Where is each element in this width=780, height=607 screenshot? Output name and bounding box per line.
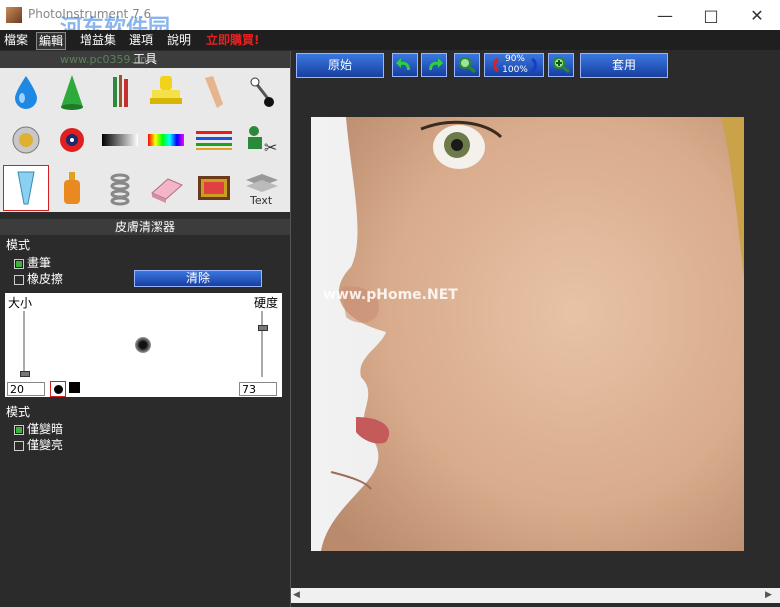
- pin-tool-icon[interactable]: [240, 70, 284, 114]
- darken-only-label: 僅變暗: [27, 422, 64, 436]
- skin-cleaner-tool-icon[interactable]: [3, 165, 49, 211]
- menu-help[interactable]: 說明: [165, 32, 193, 48]
- app-icon: [6, 7, 22, 23]
- clear-button[interactable]: 清除: [134, 270, 262, 287]
- zoom-out-arrow-icon: [493, 57, 499, 73]
- undo-button[interactable]: [392, 53, 418, 77]
- horizontal-scrollbar[interactable]: ◀ ▶: [291, 588, 780, 603]
- shield-tool-icon[interactable]: [4, 118, 48, 162]
- mode-brush-option[interactable]: 畫筆: [14, 254, 51, 271]
- face-photo: www.pHome.NET: [311, 117, 744, 551]
- menu-buy-now[interactable]: 立即購買!: [204, 32, 261, 48]
- scroll-left-icon[interactable]: ◀: [293, 590, 300, 600]
- tv-tool-icon[interactable]: [192, 166, 236, 210]
- photo-canvas[interactable]: www.pHome.NET: [311, 117, 744, 551]
- square-brush-icon[interactable]: [69, 382, 80, 393]
- hardness-slider[interactable]: [261, 311, 263, 377]
- svg-text:Text: Text: [249, 194, 273, 206]
- round-brush-icon[interactable]: [50, 381, 66, 397]
- stamp-tool-icon[interactable]: [144, 70, 188, 114]
- eraser-tool-icon[interactable]: [144, 166, 188, 210]
- minimize-button[interactable]: —: [642, 0, 688, 30]
- original-button[interactable]: 原始: [296, 53, 384, 78]
- mode-brush-label: 畫筆: [27, 256, 52, 270]
- lighten-only-option[interactable]: 僅變亮: [14, 436, 63, 453]
- image-watermark: www.pHome.NET: [323, 287, 458, 303]
- mode-eraser-label: 橡皮擦: [27, 272, 64, 286]
- close-button[interactable]: ✕: [734, 0, 780, 30]
- radio-checked-icon[interactable]: [14, 424, 24, 435]
- menu-edit[interactable]: 編輯: [36, 32, 67, 50]
- bottle-tool-icon[interactable]: [50, 166, 94, 210]
- lines-tool-icon[interactable]: [192, 118, 236, 162]
- redo-button[interactable]: [421, 53, 447, 77]
- radio-unchecked-icon[interactable]: [14, 274, 24, 285]
- menu-plugins[interactable]: 增益集: [78, 32, 118, 48]
- apply-button[interactable]: 套用: [580, 53, 668, 78]
- size-spinner[interactable]: 20: [7, 382, 45, 396]
- zoom-control[interactable]: 90% 100%: [484, 53, 544, 77]
- svg-text:✂: ✂: [264, 138, 277, 157]
- mode-eraser-option[interactable]: 橡皮擦: [14, 270, 63, 287]
- redo-icon: [429, 58, 443, 70]
- panel-header: 皮膚清潔器: [0, 219, 290, 235]
- gradient-tool-icon[interactable]: [98, 118, 142, 162]
- menu-bar: 檔案 編輯 增益集 選項 說明 立即購買!: [0, 30, 780, 50]
- spectrum-tool-icon[interactable]: [144, 118, 188, 162]
- lighten-only-label: 僅變亮: [27, 438, 64, 452]
- zoom-in-button[interactable]: [548, 53, 574, 77]
- mode-label: 模式: [6, 238, 31, 252]
- zoom-plus-icon: [553, 57, 570, 74]
- hardness-label: 硬度: [254, 296, 279, 310]
- mode2-label: 模式: [6, 405, 31, 419]
- scissors-tool-icon[interactable]: ✂: [240, 118, 284, 162]
- cone-tool-icon[interactable]: [50, 70, 94, 114]
- size-value: 20: [10, 383, 24, 396]
- drop-tool-icon[interactable]: [4, 70, 48, 114]
- tools-header: 工具 www.pc0359.cn: [0, 51, 290, 69]
- menu-options[interactable]: 選項: [127, 32, 155, 48]
- brush-settings-box: 大小 硬度 20 73: [5, 293, 282, 397]
- size-slider-thumb[interactable]: [20, 371, 30, 377]
- zoom-in-arrow-icon: [531, 57, 537, 73]
- size-label: 大小: [8, 296, 33, 310]
- size-slider[interactable]: [23, 311, 25, 377]
- brush-preview: [135, 337, 151, 353]
- darken-only-option[interactable]: 僅變暗: [14, 420, 63, 437]
- undo-icon: [396, 58, 410, 70]
- zoom-fit-button[interactable]: [454, 53, 480, 77]
- red-eye-tool-icon[interactable]: [50, 118, 94, 162]
- brushes-tool-icon[interactable]: [98, 70, 142, 114]
- zoom-current: 90%: [504, 54, 525, 64]
- spring-tool-icon[interactable]: [98, 166, 142, 210]
- hardness-spinner[interactable]: 73: [239, 382, 277, 396]
- hardness-slider-thumb[interactable]: [258, 325, 268, 331]
- scroll-right-icon[interactable]: ▶: [765, 590, 772, 600]
- panel-title: 皮膚清潔器: [114, 220, 175, 234]
- finger-tool-icon[interactable]: [192, 70, 236, 114]
- menu-file[interactable]: 檔案: [2, 32, 30, 48]
- title-bar: PhotoInstrument 7.6 河东软件园 — □ ✕: [0, 0, 780, 41]
- magnifier-icon: [459, 57, 476, 74]
- radio-checked-icon[interactable]: [14, 258, 24, 269]
- radio-unchecked-icon[interactable]: [14, 440, 24, 451]
- zoom-target: 100%: [502, 65, 528, 75]
- vertical-scrollbar[interactable]: [766, 50, 780, 588]
- tools-grid: ✂ Text: [0, 68, 290, 212]
- text-layers-tool-icon[interactable]: Text: [240, 166, 284, 210]
- url-watermark: www.pc0359.cn: [60, 53, 148, 66]
- hardness-value: 73: [242, 383, 256, 396]
- maximize-button[interactable]: □: [688, 0, 734, 30]
